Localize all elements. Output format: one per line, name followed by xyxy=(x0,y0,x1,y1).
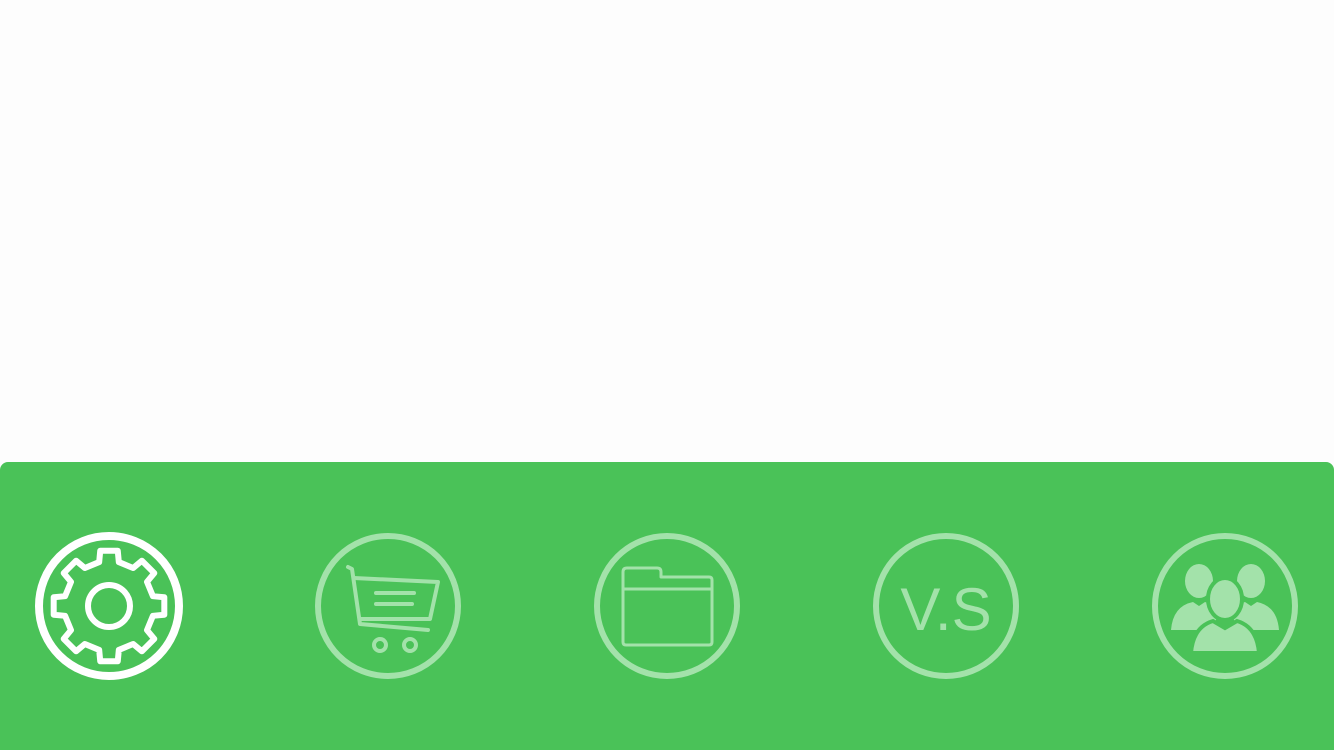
content-area xyxy=(0,0,1334,462)
users-tab-button[interactable] xyxy=(1151,532,1299,680)
folder-icon xyxy=(594,533,740,679)
versus-label: V.S xyxy=(900,576,991,643)
versus-tab-button[interactable]: V.S xyxy=(872,532,1020,680)
app-screen: V.S xyxy=(0,0,1334,750)
bottom-tab-bar: V.S xyxy=(0,462,1334,750)
users-group-icon xyxy=(1152,533,1298,679)
gear-icon xyxy=(35,532,183,680)
settings-tab-button[interactable] xyxy=(35,532,183,680)
cart-tab-button[interactable] xyxy=(314,532,462,680)
versus-icon: V.S xyxy=(873,533,1019,679)
folder-tab-button[interactable] xyxy=(593,532,741,680)
shopping-cart-icon xyxy=(315,533,461,679)
